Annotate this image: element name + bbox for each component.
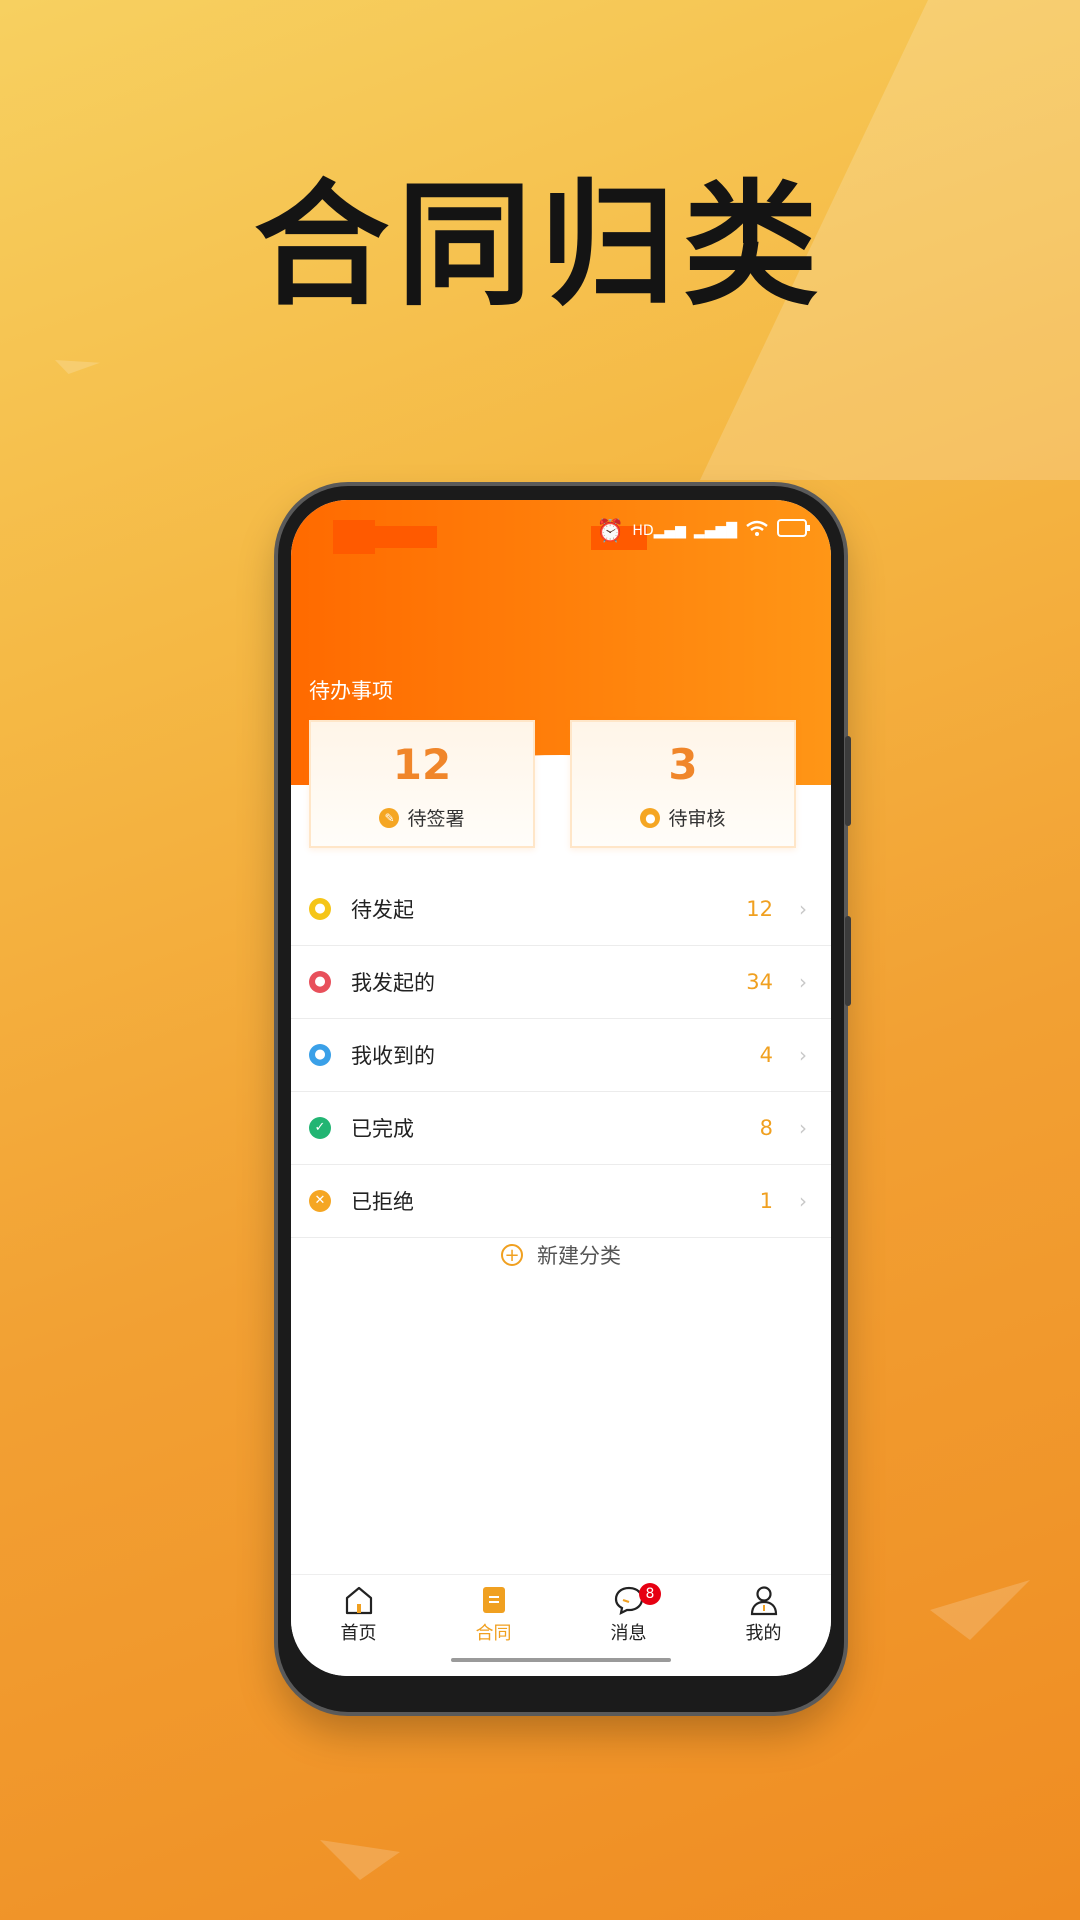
battery-icon <box>777 518 811 544</box>
card-pending-sign[interactable]: 12 ✎ 待签署 <box>309 720 535 848</box>
user-red-icon: ● <box>309 971 331 993</box>
tab-messages[interactable]: 8 消息 <box>561 1583 696 1645</box>
list-item-label: 已拒绝 <box>351 1190 414 1214</box>
card-count: 12 <box>392 740 452 789</box>
tab-label: 我的 <box>745 1623 782 1644</box>
wifi-icon <box>745 519 769 544</box>
list-item-count: 1 <box>759 1189 773 1213</box>
tab-contract[interactable]: 合同 <box>426 1583 561 1645</box>
list-item-label: 已完成 <box>351 1117 414 1141</box>
status-bar: ⏰ HD▂▄▆ ▂▄▆█ <box>291 510 831 554</box>
user-blue-icon: ● <box>309 1044 331 1066</box>
list-item[interactable]: ● 我收到的 4 › <box>291 1019 831 1092</box>
list-item-label: 我发起的 <box>351 971 435 995</box>
redacted-block <box>375 526 437 548</box>
new-category-button[interactable]: + 新建分类 <box>291 1235 831 1275</box>
status-icons: ⏰ HD▂▄▆ ▂▄▆█ <box>597 518 811 544</box>
phone-frame: ⏰ HD▂▄▆ ▂▄▆█ 待办事项 12 ✎ 待签署 3 ● 待审核 ● 待发起… <box>278 486 851 1712</box>
new-category-label: 新建分类 <box>537 1244 621 1268</box>
list-item-count: 12 <box>746 897 773 921</box>
card-label: 待审核 <box>668 808 726 830</box>
check-green-icon: ✓ <box>309 1117 331 1139</box>
list-item[interactable]: ✕ 已拒绝 1 › <box>291 1165 831 1238</box>
phone-side-button <box>845 916 851 1006</box>
chevron-right-icon: › <box>799 897 807 921</box>
home-indicator <box>451 1658 671 1662</box>
chevron-right-icon: › <box>799 1043 807 1067</box>
profile-icon <box>750 1586 777 1616</box>
person-icon: ● <box>640 807 661 828</box>
redacted-block <box>333 520 375 554</box>
chevron-right-icon: › <box>799 1189 807 1213</box>
list-item-label: 我收到的 <box>351 1044 435 1068</box>
page-headline: 合同归类 <box>254 165 826 324</box>
message-badge: 8 <box>639 1583 661 1605</box>
category-list: ● 待发起 12 › ● 我发起的 34 › ● 我收到的 4 › ✓ 已完成 … <box>291 873 831 1238</box>
card-label: 待签署 <box>407 808 465 830</box>
list-item[interactable]: ● 我发起的 34 › <box>291 946 831 1019</box>
tab-home[interactable]: 首页 <box>291 1583 426 1645</box>
background-shard <box>320 1840 400 1880</box>
tab-label: 合同 <box>475 1623 512 1644</box>
tab-label: 首页 <box>340 1623 377 1644</box>
list-item-count: 8 <box>759 1116 773 1140</box>
list-item[interactable]: ● 待发起 12 › <box>291 873 831 946</box>
card-pending-review[interactable]: 3 ● 待审核 <box>570 720 796 848</box>
pen-icon: ✎ <box>379 807 400 828</box>
alarm-icon: ⏰ <box>596 518 625 544</box>
list-item[interactable]: ✓ 已完成 8 › <box>291 1092 831 1165</box>
chevron-right-icon: › <box>799 1116 807 1140</box>
phone-screen: ⏰ HD▂▄▆ ▂▄▆█ 待办事项 12 ✎ 待签署 3 ● 待审核 ● 待发起… <box>291 500 831 1676</box>
chevron-right-icon: › <box>799 970 807 994</box>
tab-profile[interactable]: 我的 <box>696 1583 831 1645</box>
list-item-count: 4 <box>759 1043 773 1067</box>
card-label-row: ● 待审核 <box>572 804 794 831</box>
contract-icon <box>482 1587 505 1613</box>
todo-title: 待办事项 <box>309 679 393 703</box>
hd-signal-icon: HD▂▄▆ <box>632 523 686 539</box>
list-item-count: 34 <box>746 970 773 994</box>
user-yellow-icon: ● <box>309 898 331 920</box>
signal-icon: ▂▄▆█ <box>693 523 737 539</box>
tab-label: 消息 <box>610 1623 647 1644</box>
background-shard <box>55 360 100 374</box>
card-label-row: ✎ 待签署 <box>311 804 533 831</box>
background-shard <box>930 1580 1030 1640</box>
card-count: 3 <box>668 740 698 789</box>
close-orange-icon: ✕ <box>309 1190 331 1212</box>
plus-circle-icon: + <box>501 1244 523 1266</box>
list-item-label: 待发起 <box>351 898 414 922</box>
home-icon <box>345 1586 372 1615</box>
phone-side-button <box>845 736 851 826</box>
